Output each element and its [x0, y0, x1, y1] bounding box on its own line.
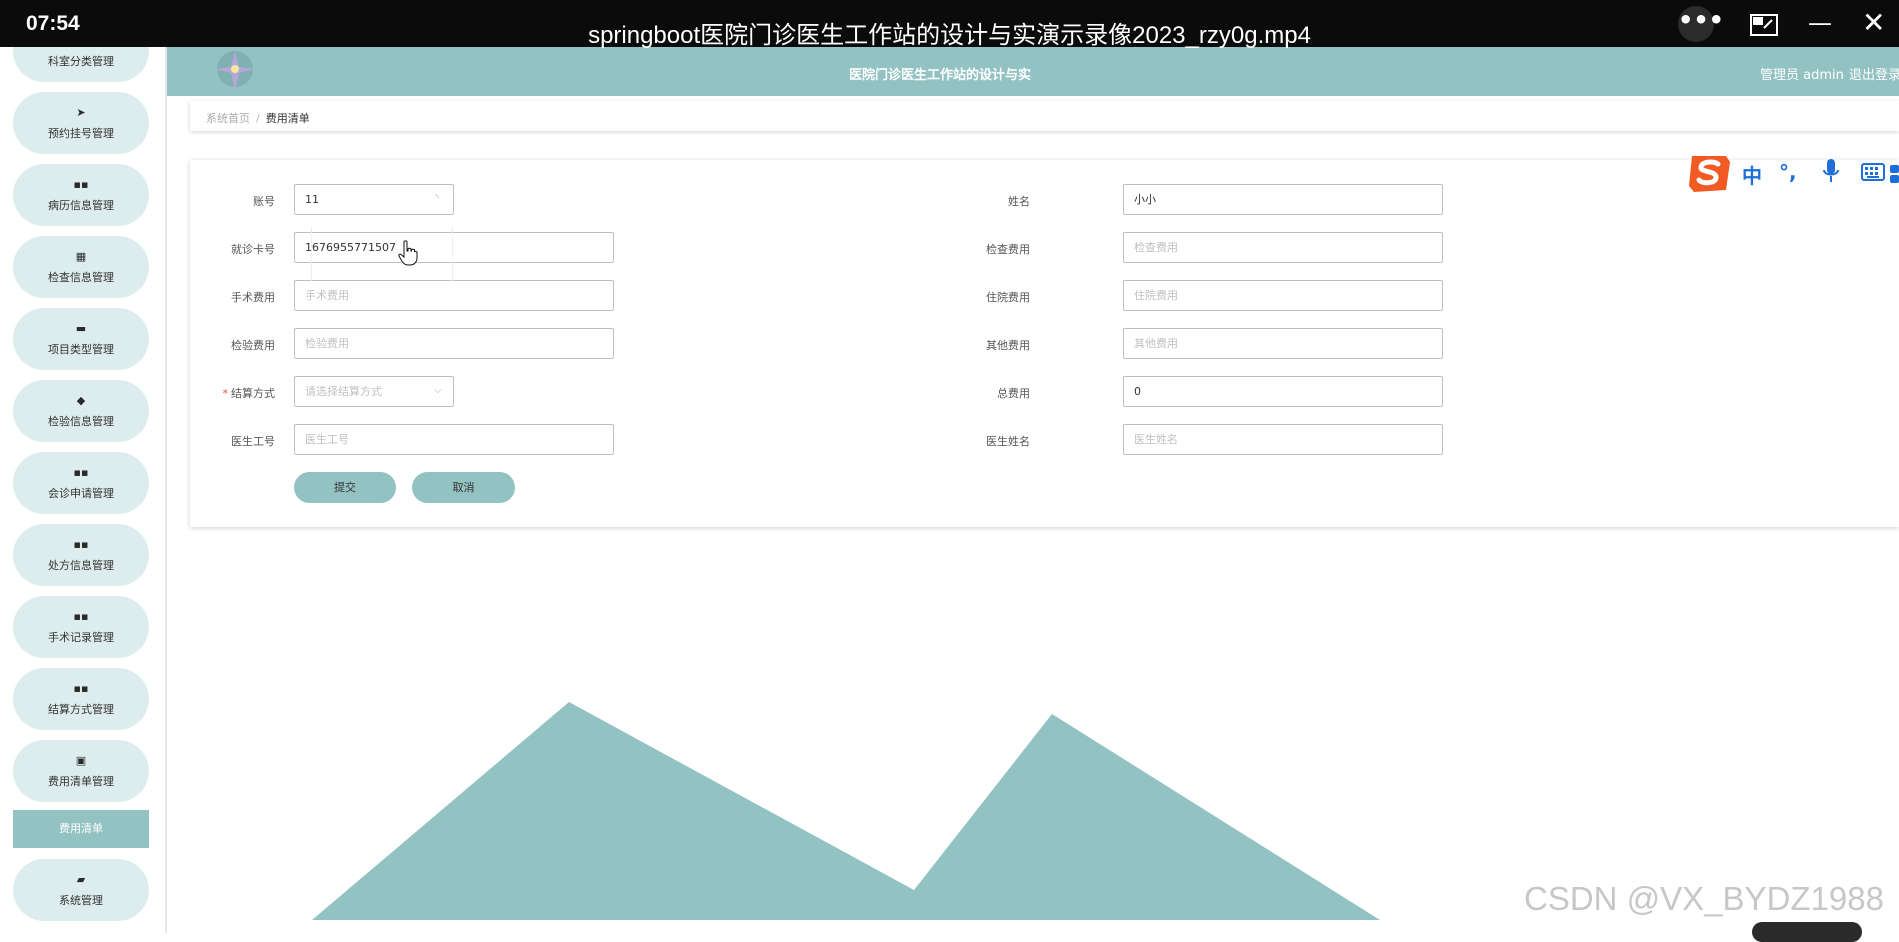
- test-fee-input[interactable]: [294, 328, 614, 359]
- close-button[interactable]: ✕: [1862, 9, 1885, 37]
- chevron-down-icon: ⌵: [434, 385, 442, 396]
- doctor-id-label: 医生工号: [231, 435, 275, 448]
- settle-method-select[interactable]: [294, 376, 454, 407]
- ime-toolbar: 中 °,: [1686, 152, 1899, 194]
- doctor-name-input[interactable]: [1123, 424, 1443, 455]
- logout-link[interactable]: 退出登录: [1849, 64, 1899, 83]
- grid-icon: ▪▪: [73, 610, 89, 623]
- sidebar-item-label: 病历信息管理: [48, 199, 114, 212]
- sidebar-item-consultation[interactable]: ▪▪ 会诊申请管理: [13, 452, 149, 514]
- fee-form: 账号 11 ◝ 姓名 小小 就诊卡号 1676955771507 检查费用 手术…: [190, 160, 1899, 527]
- settle-method-label-text: 结算方式: [231, 387, 275, 400]
- grid-icon: ▪▪: [73, 466, 89, 479]
- settle-method-label: * 结算方式: [175, 385, 276, 401]
- keyboard-icon[interactable]: [1861, 163, 1885, 181]
- breadcrumb-current: 费用清单: [265, 112, 310, 125]
- grid-icon: ▪▪: [73, 538, 89, 551]
- account-label: 账号: [253, 195, 275, 208]
- sidebar-item-label: 预约挂号管理: [48, 127, 114, 140]
- breadcrumb: 系统首页 / 费用清单: [190, 101, 1899, 131]
- exam-fee-input[interactable]: [1123, 232, 1443, 263]
- current-user: 管理员 admin: [1760, 68, 1844, 83]
- loading-spinner-icon: ◝: [435, 193, 439, 204]
- sidebar-item-label: 处方信息管理: [48, 559, 114, 572]
- sidebar-item-lab-test[interactable]: ◆ 检验信息管理: [13, 380, 149, 442]
- doctor-name-label: 医生姓名: [986, 435, 1030, 448]
- app-header: 医院门诊医生工作站的设计与实 管理员 admin 退出登录: [165, 47, 1899, 96]
- surgery-fee-input[interactable]: [294, 280, 614, 311]
- hospital-fee-label: 住院费用: [986, 291, 1030, 304]
- sidebar-item-project-type[interactable]: ▬ 项目类型管理: [13, 308, 149, 370]
- sidebar-item-medical-record[interactable]: ▪▪ 病历信息管理: [13, 164, 149, 226]
- monitor-icon: ▬: [75, 322, 87, 335]
- surgery-fee-label: 手术费用: [231, 291, 275, 304]
- account-select[interactable]: 11: [294, 184, 454, 215]
- exam-fee-label: 检查费用: [986, 243, 1030, 256]
- hospital-fee-input[interactable]: [1123, 280, 1443, 311]
- watermark: CSDN @VX_BYDZ1988: [1524, 880, 1884, 917]
- sidebar-item-appointment[interactable]: ➤ 预约挂号管理: [13, 92, 149, 154]
- flask-icon: ◆: [76, 394, 86, 407]
- name-field[interactable]: 小小: [1123, 184, 1443, 215]
- required-mark: *: [222, 387, 229, 400]
- sidebar-item-label: 项目类型管理: [48, 343, 114, 356]
- card-no-label: 就诊卡号: [231, 243, 275, 256]
- app-title: 医院门诊医生工作站的设计与实: [848, 68, 1031, 83]
- sidebar-item-examination[interactable]: ▦ 检查信息管理: [13, 236, 149, 298]
- cancel-button[interactable]: 取消: [412, 472, 515, 503]
- ime-menu-icon[interactable]: [1890, 165, 1899, 183]
- minimize-button[interactable]: —: [1808, 9, 1832, 37]
- sidebar-item-label: 检查信息管理: [48, 271, 114, 284]
- player-progress-handle[interactable]: [1752, 922, 1862, 942]
- doctor-id-input[interactable]: [294, 424, 614, 455]
- grid-icon: ▦: [75, 250, 87, 263]
- dropdown-popup: [311, 227, 453, 281]
- video-player-bar: 07:54 springboot医院门诊医生工作站的设计与实演示录像2023_r…: [0, 0, 1899, 49]
- sidebar-item-label: 检验信息管理: [48, 415, 114, 428]
- player-title: springboot医院门诊医生工作站的设计与实演示录像2023_rzy0g.m…: [588, 22, 1311, 49]
- ime-mode-toggle[interactable]: 中: [1742, 160, 1762, 189]
- ime-punctuation-toggle[interactable]: °,: [1779, 160, 1797, 184]
- send-icon: ➤: [76, 106, 86, 119]
- breadcrumb-home-link[interactable]: 系统首页: [206, 112, 250, 125]
- sidebar-item-surgery[interactable]: ▪▪ 手术记录管理: [13, 596, 149, 658]
- total-fee-label: 总费用: [997, 387, 1030, 400]
- more-options-button[interactable]: •••: [1678, 6, 1724, 42]
- microphone-icon[interactable]: [1822, 158, 1840, 184]
- sidebar-item-label: 手术记录管理: [48, 631, 114, 644]
- total-fee-field[interactable]: 0: [1123, 376, 1443, 407]
- other-fee-label: 其他费用: [986, 339, 1030, 352]
- other-fee-input[interactable]: [1123, 328, 1443, 359]
- picture-in-picture-icon[interactable]: [1750, 14, 1778, 36]
- sidebar-item-prescription[interactable]: ▪▪ 处方信息管理: [13, 524, 149, 586]
- grid-icon: ▪▪: [73, 178, 89, 191]
- sidebar-item-label: 科室分类管理: [48, 55, 114, 68]
- test-fee-label: 检验费用: [231, 339, 275, 352]
- name-label: 姓名: [1008, 195, 1030, 208]
- breadcrumb-separator: /: [256, 112, 260, 125]
- sogou-logo-icon[interactable]: [1686, 152, 1732, 194]
- hand-cursor-icon: [398, 240, 418, 266]
- sidebar-item-label: 会诊申请管理: [48, 487, 114, 500]
- sidebar-item-department[interactable]: ▪ 科室分类管理: [13, 47, 149, 82]
- submit-button[interactable]: 提交: [294, 472, 396, 503]
